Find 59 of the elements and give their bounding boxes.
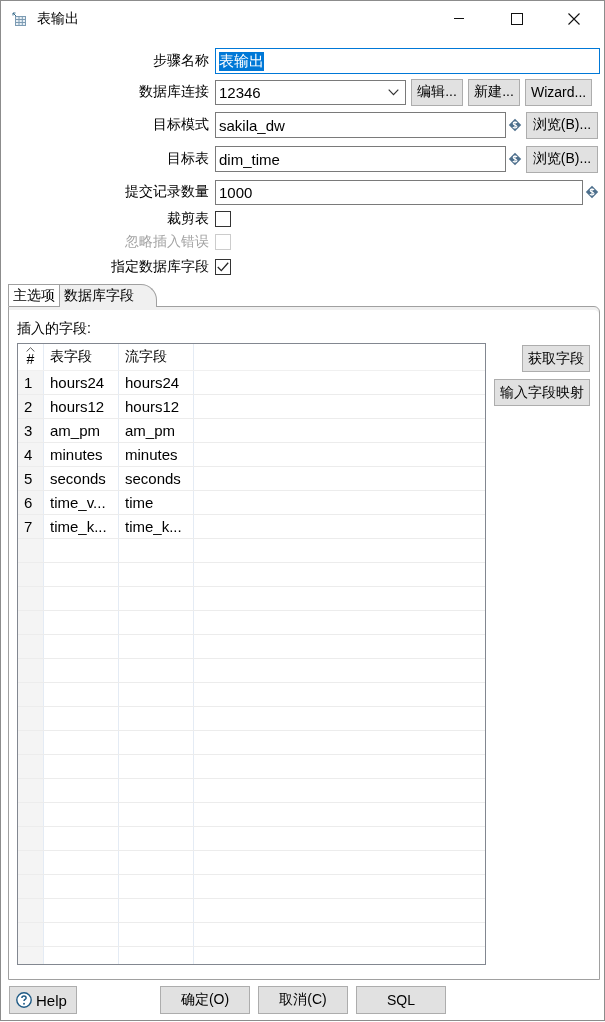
tab[interactable]: 数据库字段 [60, 284, 157, 307]
field-label: 数据库连接 [138, 83, 210, 101]
dropdown[interactable]: 12346 [215, 79, 406, 105]
table-icon [12, 12, 26, 26]
table-cell: seconds [119, 467, 194, 490]
sql-button[interactable]: SQL [356, 986, 446, 1014]
close-icon [567, 13, 580, 25]
section-label: 插入的字段: [17, 319, 91, 337]
table-cell: am_pm [44, 419, 119, 442]
wizard-button[interactable]: Wizard... [525, 78, 593, 106]
row-number: 4 [18, 443, 44, 466]
table-cell: minutes [44, 443, 119, 466]
field-label: 步骤名称 [152, 52, 210, 70]
column-header[interactable]: 表字段 [44, 344, 119, 370]
field-label: 目标表 [166, 150, 210, 168]
table-cell: time [119, 491, 194, 514]
tab[interactable]: 主选项 [8, 284, 60, 306]
column-header[interactable]: 流字段 [119, 344, 194, 370]
table-cell: time_v... [44, 491, 119, 514]
checkbox[interactable] [215, 211, 231, 227]
field-label: 裁剪表 [166, 210, 210, 228]
text-field[interactable]: dim_time [215, 146, 506, 172]
field-label: 提交记录数量 [124, 183, 210, 201]
window-title: 表输出 [37, 10, 79, 28]
field-mapping-button[interactable]: 输入字段映射 [494, 379, 590, 406]
checkmark-icon [217, 262, 229, 272]
row-number: 2 [18, 395, 44, 418]
table-cell: hours24 [44, 371, 119, 394]
maximize-icon [510, 13, 523, 25]
cancel-button[interactable]: 取消(C) [258, 986, 348, 1014]
table-cell: hours12 [44, 395, 119, 418]
text-field[interactable]: sakila_dw [215, 112, 506, 138]
row-number: 1 [18, 371, 44, 394]
table-cell: time_k... [119, 515, 194, 538]
checkbox[interactable] [215, 259, 231, 275]
edit-button[interactable]: 编辑... [411, 78, 463, 106]
field-label: 指定数据库字段 [110, 258, 210, 276]
field-label: 忽略插入错误 [124, 233, 210, 251]
table-cell: seconds [44, 467, 119, 490]
ok-button[interactable]: 确定(O) [160, 986, 250, 1014]
help-icon [16, 992, 32, 1008]
table-cell: minutes [119, 443, 194, 466]
browse-button[interactable]: 浏览(B)... [526, 111, 598, 139]
new-button[interactable]: 新建... [468, 78, 520, 106]
table-cell: hours12 [119, 395, 194, 418]
chevron-down-icon [388, 88, 399, 96]
row-number: 6 [18, 491, 44, 514]
row-number: 3 [18, 419, 44, 442]
table-cell: time_k... [44, 515, 119, 538]
field-label: 目标模式 [152, 116, 210, 134]
row-number: 5 [18, 467, 44, 490]
text-field[interactable]: 表输出 [215, 48, 600, 74]
text-field[interactable]: 1000 [215, 179, 583, 205]
row-number: 7 [18, 515, 44, 538]
get-fields-button[interactable]: 获取字段 [522, 345, 590, 372]
table-cell: am_pm [119, 419, 194, 442]
table-cell: hours24 [119, 371, 194, 394]
help-button[interactable]: Help [9, 986, 77, 1014]
browse-button[interactable]: 浏览(B)... [526, 145, 598, 173]
